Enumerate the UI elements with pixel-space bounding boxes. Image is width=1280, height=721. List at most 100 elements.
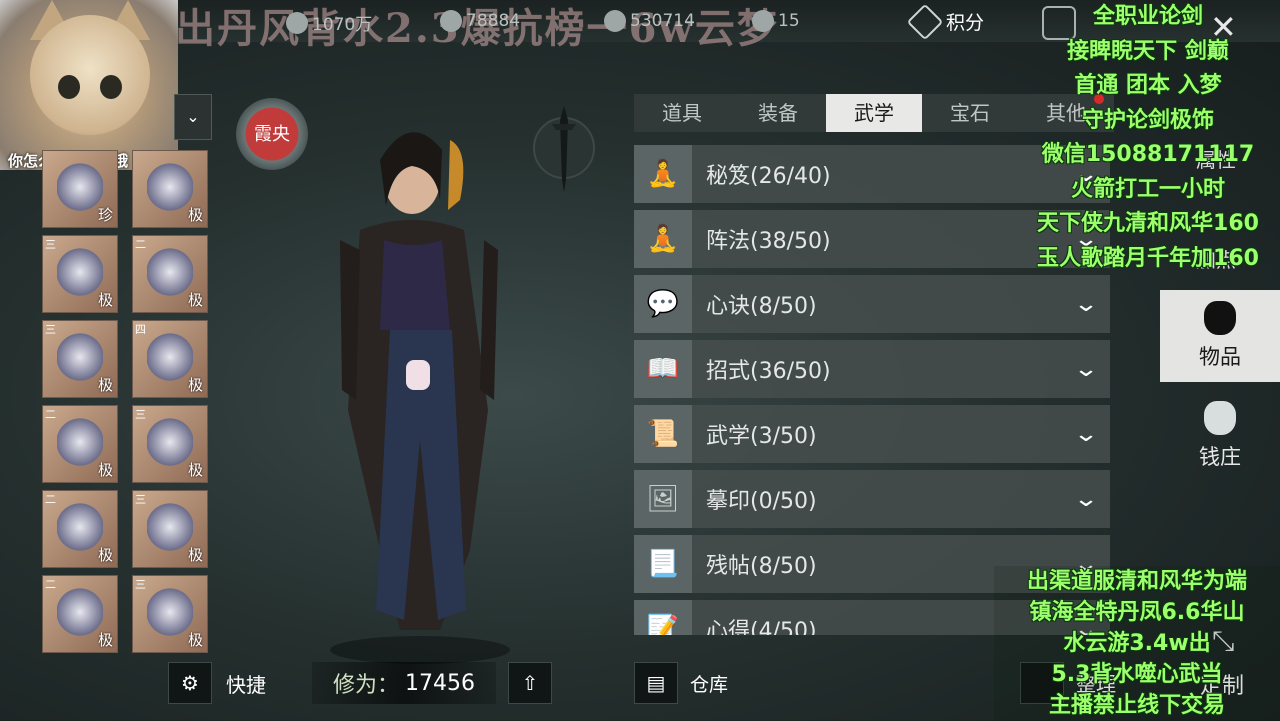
chevron-down-icon[interactable]: ⌄ xyxy=(1052,292,1110,317)
equip-slot-charm[interactable]: 三极 xyxy=(132,575,208,653)
equip-item-icon xyxy=(57,503,103,551)
tab-0[interactable]: 道具 xyxy=(634,94,730,132)
equip-slot-weapon-1[interactable]: 珍 xyxy=(42,150,118,228)
equip-grade: 极 xyxy=(97,546,113,564)
cultivation-value: 17456 xyxy=(405,670,475,696)
equip-tier: 二 xyxy=(45,493,56,506)
equip-grade: 极 xyxy=(187,461,203,479)
overlay-line: 首通 团本 入梦 xyxy=(1074,73,1222,98)
equip-item-icon xyxy=(147,503,193,551)
resource-coin[interactable]: 1070万 xyxy=(286,10,372,35)
category-label: 心诀(8/50) xyxy=(706,294,817,319)
equip-item-icon xyxy=(57,333,103,381)
equip-tier: 三 xyxy=(135,493,146,506)
money-bag-icon xyxy=(1204,401,1236,435)
overlay-line: 火箭打工一小时 xyxy=(1070,176,1225,202)
equip-slot-boots[interactable]: 二极 xyxy=(42,575,118,653)
tome-icon: 📜 xyxy=(634,405,692,463)
character-model[interactable] xyxy=(320,110,520,670)
emblem-label: 霞央 xyxy=(254,124,290,145)
equip-grade: 极 xyxy=(187,546,203,564)
equip-grade: 极 xyxy=(187,376,203,394)
resource-silver[interactable]: 78884 xyxy=(440,10,520,32)
overlay-line: 微信15088171117 xyxy=(1041,142,1255,167)
equip-slot-pendant[interactable]: 二极 xyxy=(132,235,208,313)
category-row[interactable]: 💬 心诀(8/50) ⌄ xyxy=(634,275,1110,333)
equip-slot-head[interactable]: 三极 xyxy=(42,235,118,313)
equip-slot-shoulder[interactable]: 四极 xyxy=(132,320,208,398)
shortcut-label: 快捷 xyxy=(226,672,266,697)
category-row[interactable]: 🖼 摹印(0/50) ⌄ xyxy=(634,470,1110,528)
silver-icon xyxy=(440,10,462,32)
meditate-icon: 🧘 xyxy=(634,145,692,203)
equip-item-icon xyxy=(57,163,103,211)
cat-eye xyxy=(100,75,122,99)
category-label: 阵法(38/50) xyxy=(706,229,831,254)
side-tab-bank[interactable]: 钱庄 xyxy=(1160,390,1280,482)
equip-tier: 二 xyxy=(135,238,146,251)
resource-gem[interactable]: 530714 xyxy=(604,10,695,32)
notes-icon: 📝 xyxy=(634,600,692,635)
resource-value: 78884 xyxy=(466,11,521,31)
equip-item-icon xyxy=(147,163,193,211)
resource-value: 1070万 xyxy=(312,15,373,35)
chevron-down-icon[interactable]: ⌄ xyxy=(1052,422,1110,447)
cultivation-display: 修为： 17456 xyxy=(312,662,496,704)
equip-grade: 极 xyxy=(187,631,203,649)
torn-scroll-icon: 📃 xyxy=(634,535,692,593)
score-button[interactable]: 积分 xyxy=(906,3,985,40)
category-row[interactable]: 📜 武学(3/50) ⌄ xyxy=(634,405,1110,463)
character-emblem[interactable]: 霞央 xyxy=(236,98,308,170)
equip-item-icon xyxy=(57,248,103,296)
cultivation-label: 修为： xyxy=(332,673,399,698)
stream-overlay-bottom: 出渠道服清和风华为端 镇海全特丹凤6.6华山 水云游3.4w出 5.3背水噬心武当 主播… xyxy=(994,566,1280,721)
seal-icon: 🖼 xyxy=(634,470,692,528)
weapon-preview-icon[interactable] xyxy=(532,100,596,196)
tab-3[interactable]: 宝石 xyxy=(922,94,1018,132)
side-tab-label: 物品 xyxy=(1199,345,1241,369)
warehouse-label: 仓库 xyxy=(690,673,729,696)
upgrade-button[interactable]: ⇧ xyxy=(508,662,552,704)
side-tab-label: 钱庄 xyxy=(1199,445,1241,469)
tab-2[interactable]: 武学 xyxy=(826,94,922,132)
side-tab-items[interactable]: 物品 xyxy=(1160,290,1280,382)
equip-slot-ring[interactable]: 三极 xyxy=(132,490,208,568)
overlay-line: 水云游3.4w出 xyxy=(1063,631,1211,656)
shortcut-button[interactable]: ⚙ 快捷 xyxy=(168,662,266,704)
equip-item-icon xyxy=(147,248,193,296)
category-label: 摹印(0/50) xyxy=(706,489,817,514)
overlay-line: 玉人歌踏月千年加160 xyxy=(1037,245,1259,271)
overlay-line: 守护论剑极饰 xyxy=(1081,107,1214,133)
chevron-down-icon[interactable]: ⌄ xyxy=(1052,357,1110,382)
equip-tier: 三 xyxy=(45,323,56,336)
equip-slot-weapon-2[interactable]: 极 xyxy=(132,150,208,228)
equip-slot-belt[interactable]: 二极 xyxy=(42,405,118,483)
resource-token[interactable]: 15 xyxy=(752,10,800,32)
resource-value: 15 xyxy=(778,11,800,31)
equip-slot-chest[interactable]: 三极 xyxy=(42,320,118,398)
category-row[interactable]: 📖 招式(36/50) ⌄ xyxy=(634,340,1110,398)
category-label: 武学(3/50) xyxy=(706,424,817,449)
chevron-down-icon[interactable]: ⌄ xyxy=(1052,487,1110,512)
overlay-line: 5.3背水噬心武当 xyxy=(1051,662,1223,687)
equip-tier: 二 xyxy=(45,578,56,591)
equip-item-icon xyxy=(57,588,103,636)
overlay-line: 接睥睨天下 剑巅 xyxy=(1067,38,1229,64)
equip-tier: 三 xyxy=(135,578,146,591)
equip-item-icon xyxy=(57,418,103,466)
meditate-icon: 🧘 xyxy=(634,210,692,268)
tab-1[interactable]: 装备 xyxy=(730,94,826,132)
stream-overlay-top: 全职业论剑 接睥睨天下 剑巅 首通 团本 入梦 守护论剑极饰 微信15088171117… xyxy=(1016,0,1280,276)
equip-grade: 极 xyxy=(187,291,203,309)
score-icon xyxy=(906,3,944,40)
cat-face xyxy=(30,15,150,135)
equip-tier: 二 xyxy=(45,408,56,421)
cat-eye xyxy=(58,75,80,99)
outfit-dropdown-button[interactable]: ⌄ xyxy=(174,94,212,140)
warehouse-button[interactable]: ▤ 仓库 xyxy=(634,662,728,704)
arrow-up-icon: ⇧ xyxy=(508,662,552,704)
overlay-line: 出渠道服清和风华为端 xyxy=(1026,569,1247,594)
equip-slot-bracelet[interactable]: 三极 xyxy=(132,405,208,483)
equip-slot-legs[interactable]: 二极 xyxy=(42,490,118,568)
score-label: 积分 xyxy=(946,12,985,34)
